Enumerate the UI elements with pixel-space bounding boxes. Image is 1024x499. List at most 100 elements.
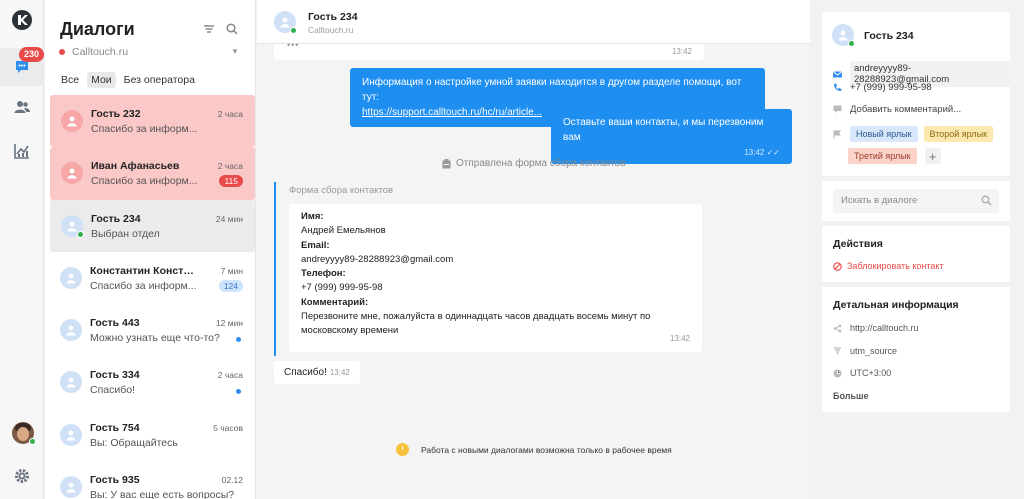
page-title: Диалоги bbox=[60, 19, 135, 39]
online-indicator bbox=[848, 40, 855, 47]
message-time: 13:42 bbox=[671, 47, 692, 56]
mail-icon bbox=[833, 70, 842, 77]
user-icon bbox=[67, 168, 77, 179]
tag-second[interactable]: Второй ярлык bbox=[923, 126, 994, 142]
share-icon bbox=[833, 324, 842, 332]
dialog-items: Гость 232 2 часа Спасибо за информ... Ив… bbox=[49, 95, 255, 499]
nav-analytics[interactable] bbox=[0, 132, 44, 170]
actions-card: Действия Заблокировать контакт bbox=[822, 226, 1010, 282]
detail-url: http://calltouch.ru bbox=[833, 323, 919, 333]
system-notice: Отправлена форма сбора контактов bbox=[442, 158, 625, 169]
item-message: Выбран отдел bbox=[91, 227, 160, 240]
incoming-message: Спасибо! 13:42 bbox=[274, 361, 360, 384]
field-value: Перезвоните мне, пожалуйста в одиннадцат… bbox=[301, 311, 651, 337]
guest-avatar bbox=[60, 476, 82, 499]
site-selector[interactable]: Calltouch.ru bbox=[59, 46, 128, 58]
users-icon bbox=[14, 101, 30, 113]
incoming-message: ••• 13:42 bbox=[274, 40, 704, 60]
tab-unassigned[interactable]: Без оператора bbox=[120, 72, 199, 88]
item-time: 2 часа bbox=[217, 161, 243, 172]
message-text: Информация о настройке умной заявки нахо… bbox=[362, 77, 742, 103]
search-placeholder: Искать в диалоге bbox=[841, 195, 918, 206]
item-name: Иван Афанасьев bbox=[91, 160, 180, 173]
unread-badge: 230 bbox=[19, 47, 45, 62]
chat-title: Гость 234 bbox=[308, 11, 358, 23]
block-icon bbox=[833, 261, 842, 271]
item-name: Гость 443 bbox=[90, 317, 140, 330]
message-text: Спасибо! bbox=[284, 367, 327, 378]
list-item[interactable]: Гость 935 02.12 Вы: У вас еще есть вопро… bbox=[49, 461, 255, 499]
user-icon bbox=[66, 325, 76, 336]
comment-input[interactable]: Добавить комментарий... bbox=[850, 104, 961, 115]
chat-site: Calltouch.ru bbox=[308, 25, 354, 35]
item-name: Гость 935 bbox=[90, 474, 140, 487]
details-title: Детальная информация bbox=[833, 299, 959, 311]
help-link[interactable]: https://support.calltouch.ru/hc/ru/artic… bbox=[362, 107, 542, 118]
search-icon bbox=[981, 195, 992, 206]
comment-row: Добавить комментарий... bbox=[833, 104, 961, 115]
notice-text: Работа с новыми диалогами возможна тольк… bbox=[421, 444, 672, 455]
item-message: Спасибо! bbox=[90, 384, 135, 397]
add-tag-button[interactable]: + bbox=[924, 148, 941, 164]
online-indicator bbox=[290, 27, 297, 34]
list-item[interactable]: Гость 232 2 часа Спасибо за информ... bbox=[50, 95, 255, 148]
filter-icon[interactable] bbox=[202, 22, 216, 36]
tag-third[interactable]: Третий ярлык bbox=[848, 148, 917, 164]
tag-new[interactable]: Новый ярлык bbox=[850, 126, 918, 142]
guest-avatar bbox=[60, 266, 82, 289]
site-name: Calltouch.ru bbox=[72, 46, 129, 58]
message-time: 13:42 bbox=[669, 333, 690, 343]
form-content: Имя: Андрей Емельянов Email: andreyyyy89… bbox=[289, 204, 702, 352]
message-text: Оставьте ваши контакты, и мы перезвоним … bbox=[563, 117, 764, 143]
more-details-link[interactable]: Больше bbox=[833, 391, 869, 401]
details-card: Детальная информация http://calltouch.ru… bbox=[822, 287, 1010, 412]
guest-avatar bbox=[60, 319, 82, 342]
list-item[interactable]: Гость 234 24 мин Выбран отдел bbox=[50, 199, 255, 252]
form-icon bbox=[442, 158, 451, 168]
block-contact-label: Заблокировать контакт bbox=[847, 261, 944, 271]
list-item[interactable]: Иван Афанасьев 2 часа Спасибо за информ.… bbox=[50, 147, 255, 200]
item-time: 24 мин bbox=[215, 213, 243, 224]
contact-phone[interactable]: +7 (999) 999-95-98 bbox=[850, 82, 932, 93]
item-name: Константин Конста... bbox=[90, 264, 195, 277]
guest-avatar bbox=[61, 110, 83, 132]
search-icon[interactable] bbox=[225, 22, 239, 36]
dialog-search-input[interactable]: Искать в диалоге bbox=[833, 189, 999, 213]
system-text: Отправлена форма сбора контактов bbox=[456, 158, 626, 169]
contact-card: Гость 234 andreyyyy89-28288923@gmail.com… bbox=[822, 12, 1010, 176]
user-icon bbox=[280, 17, 290, 28]
dialog-list-panel: Диалоги Calltouch.ru ▼ Все Мои Без опера… bbox=[45, 0, 300, 499]
nav-settings[interactable] bbox=[0, 457, 44, 495]
chart-icon bbox=[14, 144, 29, 159]
field-label: Телефон: bbox=[301, 268, 346, 280]
item-message: Спасибо за информ... bbox=[91, 123, 198, 135]
field-value: andreyyyy89-28288923@gmail.com bbox=[301, 253, 454, 265]
app-logo[interactable] bbox=[12, 10, 32, 30]
tab-all[interactable]: Все bbox=[57, 72, 83, 88]
guest-avatar bbox=[60, 371, 82, 394]
read-check-icon: ✓✓ bbox=[766, 148, 780, 157]
list-item[interactable]: Гость 754 5 часов Вы: Обращайтесь bbox=[49, 409, 255, 461]
detail-url-value[interactable]: http://calltouch.ru bbox=[850, 323, 919, 333]
list-item[interactable]: Гость 334 2 часа Спасибо! bbox=[49, 356, 255, 408]
list-item[interactable]: Константин Конста... 7 мин Спасибо за ин… bbox=[49, 252, 255, 304]
list-item[interactable]: Гость 443 12 мин Можно узнать еще что-то… bbox=[49, 304, 255, 356]
message-time: 13:42 bbox=[744, 148, 765, 157]
chevron-down-icon[interactable]: ▼ bbox=[231, 47, 239, 56]
block-contact-button[interactable]: Заблокировать контакт bbox=[833, 261, 944, 271]
user-icon bbox=[838, 30, 848, 41]
flag-icon bbox=[833, 130, 841, 138]
user-icon bbox=[67, 116, 77, 127]
comment-icon bbox=[833, 105, 842, 113]
nav-contacts[interactable] bbox=[0, 88, 44, 126]
gear-icon bbox=[15, 469, 29, 483]
tab-mine[interactable]: Мои bbox=[87, 72, 116, 88]
item-time: 12 мин bbox=[215, 318, 243, 329]
guest-avatar bbox=[60, 423, 82, 446]
working-hours-notice: Работа с новыми диалогами возможна тольк… bbox=[396, 443, 672, 456]
item-message: Вы: Обращайтесь bbox=[90, 436, 178, 449]
phone-icon bbox=[834, 83, 842, 91]
item-name: Гость 334 bbox=[90, 369, 140, 382]
tags-row: Новый ярлык Второй ярлык bbox=[833, 126, 994, 142]
more-dots-icon: ••• bbox=[287, 40, 300, 50]
